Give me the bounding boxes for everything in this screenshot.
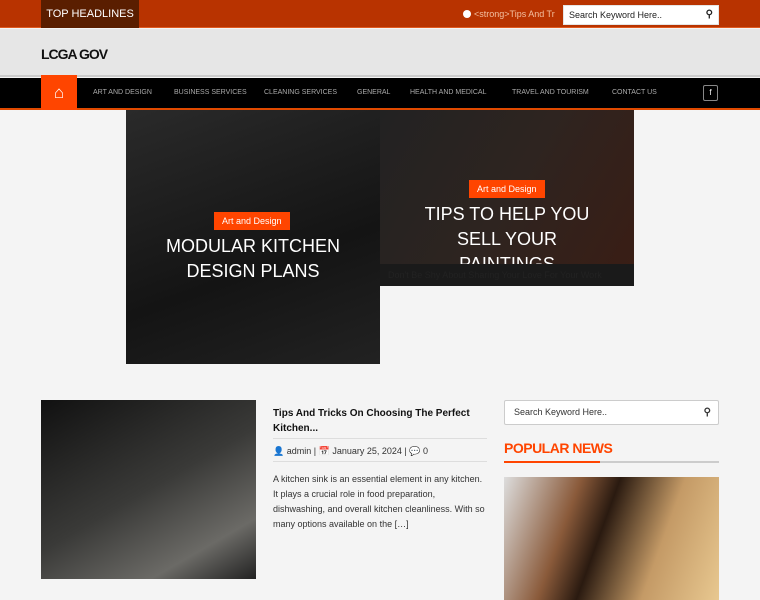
- hero-card[interactable]: Art and Design TIPS TO HELP YOU SELL YOU…: [380, 110, 634, 286]
- hero-card[interactable]: Art and Design MODULAR KITCHEN DESIGN PL…: [126, 110, 380, 364]
- category-badge[interactable]: Art and Design: [214, 212, 290, 230]
- facebook-icon[interactable]: f: [703, 85, 718, 101]
- nav-travel-and-tourism[interactable]: TRAVEL AND TOURISM: [512, 89, 589, 96]
- home-icon[interactable]: ⌂: [41, 75, 77, 110]
- hero-title[interactable]: MODULAR KITCHEN DESIGN PLANS: [126, 234, 380, 284]
- top-bar: TOP HEADLINES <strong>Tips And Tr Search…: [0, 0, 760, 28]
- post-title[interactable]: Tips And Tricks On Choosing The Perfect …: [273, 406, 473, 436]
- post-author[interactable]: admin: [287, 446, 312, 456]
- heading-underline: [504, 461, 719, 463]
- nav-general[interactable]: GENERAL: [357, 89, 390, 96]
- search-placeholder: Search Keyword Here..: [569, 10, 663, 20]
- site-title[interactable]: LCGA GOV: [41, 46, 108, 62]
- sidebar-search-input[interactable]: Search Keyword Here.. ⚲: [504, 400, 719, 425]
- main-nav: ⌂ ART AND DESIGN BUSINESS SERVICES CLEAN…: [0, 75, 760, 110]
- post-date: January 25, 2024: [332, 446, 402, 456]
- popular-news-heading: POPULAR NEWS: [504, 440, 613, 456]
- calendar-icon: 📅: [318, 446, 330, 456]
- search-placeholder: Search Keyword Here..: [514, 407, 608, 417]
- user-icon: 👤: [273, 446, 285, 456]
- search-icon[interactable]: ⚲: [704, 401, 711, 424]
- top-search-input[interactable]: Search Keyword Here.. ⚲: [563, 5, 719, 25]
- chevron-right-icon: [463, 10, 471, 18]
- nav-art-and-design[interactable]: ART AND DESIGN: [93, 89, 152, 96]
- search-icon[interactable]: ⚲: [706, 6, 713, 24]
- category-badge[interactable]: Art and Design: [469, 180, 545, 198]
- post-meta: 👤 admin | 📅 January 25, 2024 | 💬 0: [273, 446, 428, 456]
- nav-contact-us[interactable]: CONTACT US: [612, 89, 657, 96]
- post-thumbnail[interactable]: [41, 400, 256, 579]
- divider: [273, 438, 487, 439]
- nav-cleaning-services[interactable]: CLEANING SERVICES: [264, 89, 337, 96]
- divider: [273, 461, 487, 462]
- headline-ticker[interactable]: <strong>Tips And Tr: [463, 9, 555, 19]
- site-header: LCGA GOV: [0, 29, 760, 77]
- hero-subtitle: Don't Be Shy About Sharing Your Love For…: [380, 264, 634, 286]
- comments-icon: 💬: [409, 446, 421, 456]
- ticker-text: <strong>Tips And Tr: [474, 9, 555, 19]
- post-excerpt: A kitchen sink is an essential element i…: [273, 474, 485, 529]
- popular-news-image[interactable]: [504, 477, 719, 600]
- nav-health-and-medical[interactable]: HEALTH AND MEDICAL: [410, 89, 487, 96]
- top-headlines-label: TOP HEADLINES: [41, 0, 139, 28]
- nav-business-services[interactable]: BUSINESS SERVICES: [174, 89, 247, 96]
- comment-count[interactable]: 0: [423, 446, 428, 456]
